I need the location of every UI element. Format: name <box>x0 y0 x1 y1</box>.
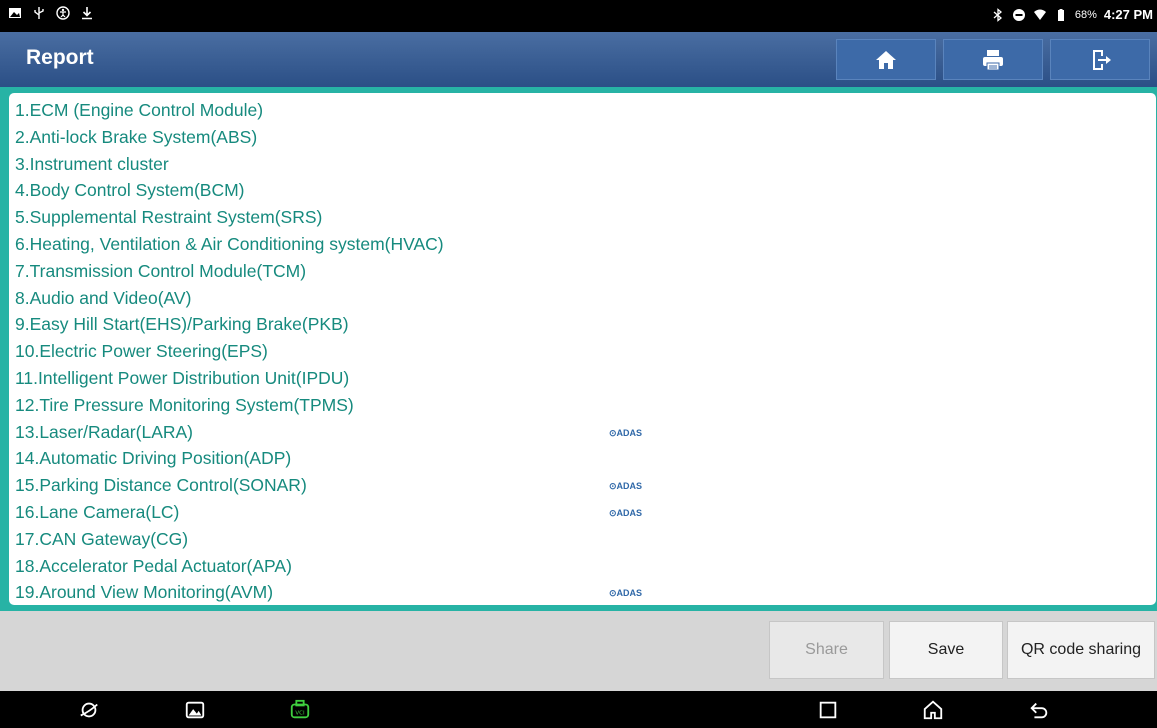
system-label: 13.Laser/Radar(LARA) <box>15 421 193 442</box>
scrollbar[interactable] <box>1149 93 1155 605</box>
back-button[interactable] <box>1027 698 1051 722</box>
download-icon <box>80 6 94 20</box>
system-list-item[interactable]: 14.Automatic Driving Position(ADP) <box>15 445 1145 472</box>
system-label: 7.Transmission Control Module(TCM) <box>15 260 307 281</box>
adas-badge: ⊙ADAS <box>609 507 643 518</box>
system-label: 14.Automatic Driving Position(ADP) <box>15 448 292 469</box>
exit-icon <box>1093 49 1111 70</box>
status-right: 68% 4:27 PM <box>991 7 1153 22</box>
system-list-item[interactable]: 10.Electric Power Steering(EPS) <box>15 338 1145 365</box>
system-label: 10.Electric Power Steering(EPS) <box>15 341 268 362</box>
system-list-item[interactable]: 6.Heating, Ventilation & Air Conditionin… <box>15 231 1145 258</box>
system-list-item[interactable]: 19.Around View Monitoring(AVM) ⊙ADAS <box>15 579 1145 605</box>
system-label: 3.Instrument cluster <box>15 153 169 174</box>
system-list-item[interactable]: 2.Anti-lock Brake System(ABS) <box>15 124 1145 151</box>
system-list-item[interactable]: 15.Parking Distance Control(SONAR) ⊙ADAS <box>15 472 1145 499</box>
bluetooth-icon <box>991 7 1005 22</box>
system-label: 6.Heating, Ventilation & Air Conditionin… <box>15 233 444 254</box>
navigation-bar: VCI <box>0 691 1157 728</box>
system-label: 9.Easy Hill Start(EHS)/Parking Brake(PKB… <box>15 314 349 335</box>
system-label: 18.Accelerator Pedal Actuator(APA) <box>15 555 292 576</box>
system-list-item[interactable]: 4.Body Control System(BCM) <box>15 177 1145 204</box>
gallery-icon <box>185 701 205 719</box>
home-button[interactable] <box>836 39 936 80</box>
system-label: 5.Supplemental Restraint System(SRS) <box>15 207 323 228</box>
image-icon <box>8 6 22 20</box>
battery-icon <box>1054 8 1068 22</box>
system-list-item[interactable]: 1.ECM (Engine Control Module) <box>15 97 1145 124</box>
header-bar: Report <box>0 32 1157 87</box>
usb-icon <box>32 6 46 20</box>
status-left-icons <box>8 6 94 20</box>
home-outline-icon <box>923 700 943 720</box>
share-button[interactable]: Share <box>769 621 884 679</box>
system-label: 19.Around View Monitoring(AVM) <box>15 582 274 603</box>
recents-icon <box>819 701 837 719</box>
system-label: 12.Tire Pressure Monitoring System(TPMS) <box>15 394 354 415</box>
battery-percent: 68% <box>1074 8 1097 21</box>
vci-nav-button[interactable]: VCI <box>288 698 312 722</box>
system-label: 17.CAN Gateway(CG) <box>15 528 189 549</box>
system-label: 16.Lane Camera(LC) <box>15 501 180 522</box>
system-label: 15.Parking Distance Control(SONAR) <box>15 475 307 496</box>
gallery-nav-button[interactable] <box>183 698 207 722</box>
system-label: 1.ECM (Engine Control Module) <box>15 100 264 120</box>
system-list-item[interactable]: 17.CAN Gateway(CG) <box>15 526 1145 553</box>
system-list-item[interactable]: 16.Lane Camera(LC) ⊙ADAS <box>15 499 1145 526</box>
system-list-item[interactable]: 3.Instrument cluster <box>15 151 1145 178</box>
print-icon <box>983 49 1003 70</box>
planet-icon <box>80 702 98 718</box>
system-label: 11.Intelligent Power Distribution Unit(I… <box>15 367 350 388</box>
system-list-item[interactable]: 18.Accelerator Pedal Actuator(APA) <box>15 553 1145 580</box>
save-button[interactable]: Save <box>889 621 1003 679</box>
vci-icon: VCI <box>290 699 310 719</box>
wifi-icon <box>1033 8 1047 22</box>
exit-button[interactable] <box>1050 39 1150 80</box>
system-list-item[interactable]: 12.Tire Pressure Monitoring System(TPMS) <box>15 392 1145 419</box>
dnd-icon <box>1012 8 1026 22</box>
svg-text:VCI: VCI <box>295 711 305 717</box>
clock: 4:27 PM <box>1103 7 1153 22</box>
system-list-item[interactable]: 9.Easy Hill Start(EHS)/Parking Brake(PKB… <box>15 311 1145 338</box>
report-content: 1.ECM (Engine Control Module) 2.Anti-lock… <box>0 87 1157 611</box>
system-list-item[interactable]: 13.Laser/Radar(LARA) ⊙ADAS <box>15 419 1145 446</box>
system-label: 2.Anti-lock Brake System(ABS) <box>15 126 258 147</box>
home-icon <box>876 50 896 69</box>
system-list-panel: 1.ECM (Engine Control Module) 2.Anti-lock… <box>9 93 1156 605</box>
page-title: Report <box>26 46 94 69</box>
back-icon <box>1030 702 1048 719</box>
system-list-item[interactable]: 11.Intelligent Power Distribution Unit(I… <box>15 365 1145 392</box>
system-label: 4.Body Control System(BCM) <box>15 180 245 201</box>
system-list: 1.ECM (Engine Control Module) 2.Anti-lock… <box>15 97 1145 605</box>
adas-badge: ⊙ADAS <box>609 427 643 438</box>
action-bar: Share Save QR code sharing <box>0 611 1157 691</box>
system-list-item[interactable]: 7.Transmission Control Module(TCM) <box>15 258 1145 285</box>
system-list-item[interactable]: 8.Audio and Video(AV) <box>15 285 1145 312</box>
recents-button[interactable] <box>816 698 840 722</box>
system-list-item[interactable]: 5.Supplemental Restraint System(SRS) <box>15 204 1145 231</box>
adas-badge: ⊙ADAS <box>609 481 643 492</box>
adas-badge: ⊙ADAS <box>609 588 643 599</box>
qr-code-sharing-button[interactable]: QR code sharing <box>1007 621 1155 679</box>
browser-nav-button[interactable] <box>77 698 101 722</box>
accessibility-icon <box>56 6 70 20</box>
system-label: 8.Audio and Video(AV) <box>15 287 192 308</box>
status-bar: 68% 4:27 PM <box>0 0 1157 32</box>
home-nav-button[interactable] <box>921 698 945 722</box>
print-button[interactable] <box>943 39 1043 80</box>
